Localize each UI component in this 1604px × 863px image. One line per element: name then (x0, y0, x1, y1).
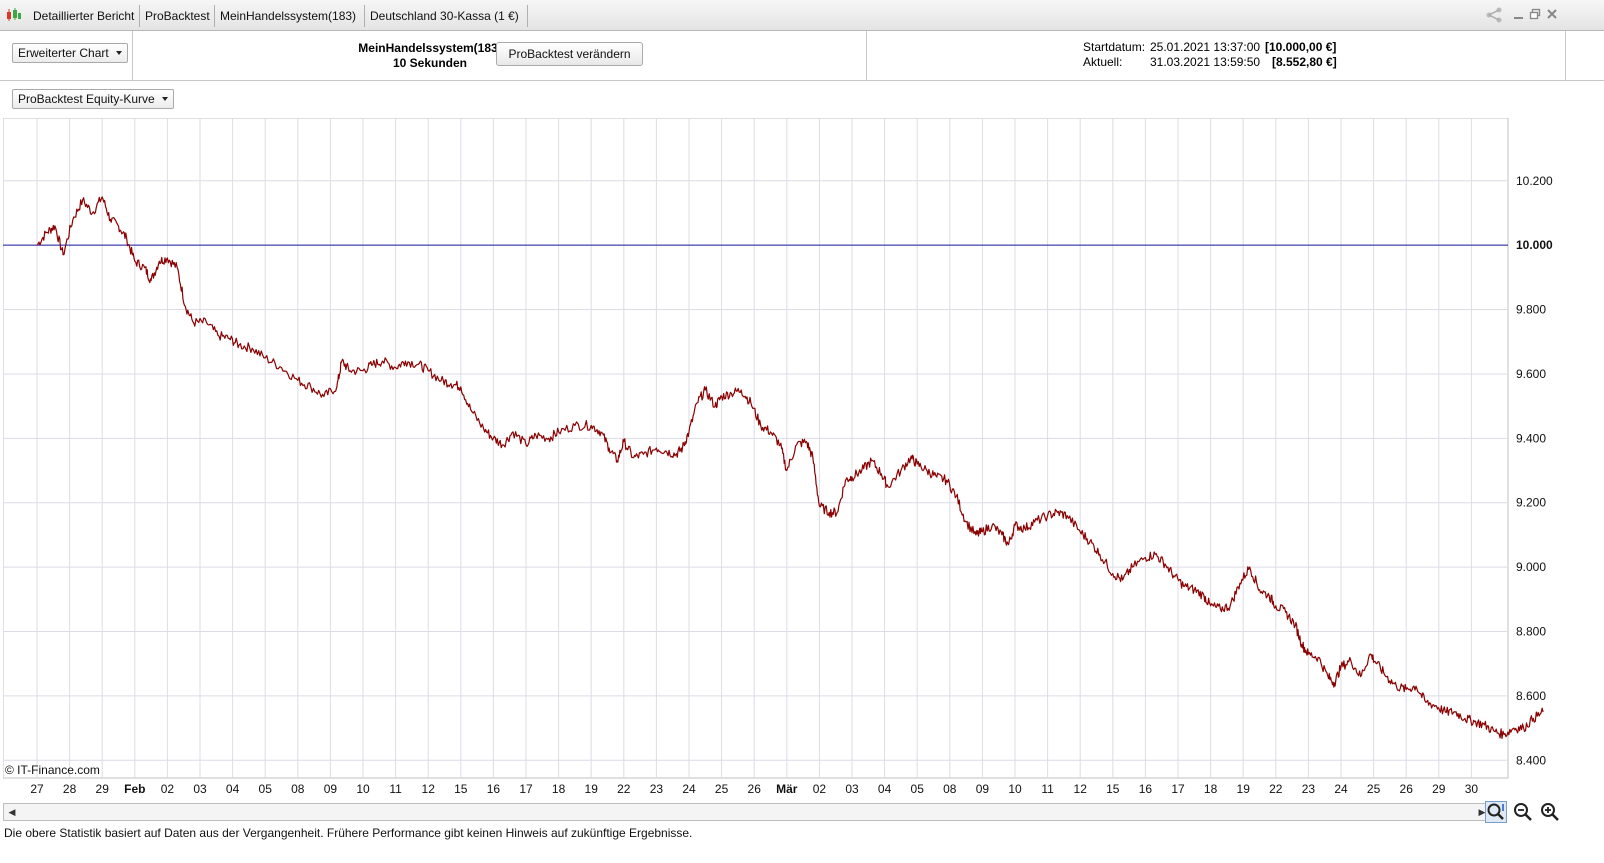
tab-instrument[interactable]: Deutschland 30-Kassa (1 €) (368, 0, 521, 30)
x-tick-label: 18 (552, 782, 566, 796)
zoom-auto-icon[interactable] (1485, 801, 1507, 823)
chart-mode-dropdown[interactable]: Erweiterter Chart (12, 43, 128, 63)
x-tick-label: 23 (1302, 782, 1316, 796)
y-tick-label: 8.800 (1516, 625, 1546, 639)
start-capital: [10.000,00 €] (1265, 40, 1337, 54)
x-tick-label: 08 (943, 782, 957, 796)
x-tick-label: 29 (1432, 782, 1446, 796)
header-divider (866, 31, 867, 80)
scroll-left-icon[interactable]: ◀ (5, 804, 19, 820)
title-bar: Detaillierter Bericht ProBacktest MeinHa… (0, 0, 1604, 31)
x-tick-label: 17 (519, 782, 533, 796)
header-divider (132, 31, 133, 80)
close-icon[interactable] (1546, 8, 1558, 20)
chevron-down-icon (161, 97, 168, 101)
x-tick-label: 03 (193, 782, 207, 796)
current-capital: [8.552,80 €] (1272, 55, 1337, 69)
equity-curve-dropdown[interactable]: ProBacktest Equity-Kurve (12, 89, 174, 109)
x-tick-label: 19 (585, 782, 599, 796)
x-tick-label: 02 (813, 782, 827, 796)
x-tick-label: Feb (124, 782, 145, 796)
start-date: 25.01.2021 13:37:00 (1150, 40, 1261, 54)
x-tick-label: 03 (845, 782, 859, 796)
x-tick-label: 19 (1237, 782, 1251, 796)
x-tick-label: 12 (1074, 782, 1088, 796)
x-tick-label: 17 (1171, 782, 1185, 796)
candlestick-app-icon (7, 8, 21, 21)
x-tick-label: 25 (715, 782, 729, 796)
x-tick-label: 22 (617, 782, 631, 796)
zoom-in-icon[interactable] (1539, 801, 1561, 823)
x-tick-label: 22 (1269, 782, 1283, 796)
zoom-out-icon[interactable] (1512, 801, 1534, 823)
x-tick-label: 09 (324, 782, 338, 796)
x-tick-label: Mär (776, 782, 798, 796)
x-tick-label: 11 (389, 782, 402, 796)
tab-divider (214, 5, 215, 27)
y-tick-label: 9.800 (1516, 303, 1546, 317)
x-tick-label: 09 (976, 782, 990, 796)
x-tick-label: 10 (1008, 782, 1022, 796)
tab-detailed-report[interactable]: Detaillierter Bericht (31, 0, 136, 30)
x-tick-label: 26 (748, 782, 762, 796)
current-date: 31.03.2021 13:59:50 (1150, 55, 1261, 69)
x-tick-label: 30 (1465, 782, 1479, 796)
x-tick-label: 05 (911, 782, 925, 796)
equity-curve-label: ProBacktest Equity-Kurve (18, 92, 155, 106)
header-divider (1565, 31, 1566, 80)
y-tick-label: 9.200 (1516, 496, 1546, 510)
minimize-icon[interactable] (1513, 9, 1524, 21)
chart-selector-row: ProBacktest Equity-Kurve (0, 82, 1604, 118)
equity-chart[interactable]: 27 28 29 Feb 02 03 04 05 08 09 10 11 12 15 16 17 18 19 22 2… (2, 117, 1601, 798)
x-tick-label: 02 (161, 782, 175, 796)
y-tick-label: 10.000 (1516, 238, 1553, 252)
x-tick-label: 11 (1041, 782, 1054, 796)
x-tick-label: 26 (1400, 782, 1414, 796)
tab-probacktest[interactable]: ProBacktest (143, 0, 212, 30)
x-tick-label: 15 (454, 782, 468, 796)
x-tick-label: 29 (96, 782, 110, 796)
report-header: Erweiterter Chart MeinHandelssystem(183)… (0, 31, 1604, 81)
start-label: Startdatum: (1083, 40, 1146, 54)
x-tick-label: 18 (1204, 782, 1218, 796)
disclaimer-text: Die obere Statistik basiert auf Daten au… (4, 826, 693, 840)
x-tick-label: 25 (1367, 782, 1381, 796)
x-tick-label: 04 (878, 782, 892, 796)
x-tick-label: 04 (226, 782, 240, 796)
x-tick-label: 24 (682, 782, 696, 796)
y-tick-label: 9.600 (1516, 367, 1546, 381)
y-tick-label: 9.000 (1516, 560, 1546, 574)
y-tick-label: 8.400 (1516, 753, 1546, 767)
share-icon[interactable] (1484, 6, 1504, 24)
x-tick-label: 27 (30, 782, 44, 796)
x-tick-label: 15 (1106, 782, 1120, 796)
x-tick-label: 08 (291, 782, 305, 796)
plot-area (2, 117, 1509, 779)
y-tick-label: 10.200 (1516, 174, 1553, 188)
chart-scrollbar[interactable]: ◀ ▶ (3, 803, 1491, 821)
x-tick-label: 23 (650, 782, 664, 796)
x-tick-label: 16 (487, 782, 501, 796)
restore-icon[interactable] (1529, 8, 1541, 20)
x-tick-label: 10 (356, 782, 370, 796)
current-label: Aktuell: (1083, 55, 1123, 69)
tab-divider (527, 5, 528, 27)
x-tick-label: 28 (63, 782, 77, 796)
chart-mode-label: Erweiterter Chart (18, 46, 109, 60)
modify-backtest-button[interactable]: ProBacktest verändern (496, 42, 643, 66)
tab-divider (139, 5, 140, 27)
x-tick-label: 16 (1139, 782, 1153, 796)
y-tick-label: 8.600 (1516, 689, 1546, 703)
x-tick-label: 24 (1334, 782, 1348, 796)
tab-divider (364, 5, 365, 27)
equity-chart-svg: 27 28 29 Feb 02 03 04 05 08 09 10 11 12 15 16 17 18 19 22 2… (2, 117, 1553, 796)
chevron-down-icon (115, 51, 122, 55)
tab-trading-system[interactable]: MeinHandelssystem(183) (218, 0, 358, 30)
x-tick-label: 12 (422, 782, 436, 796)
y-tick-label: 9.400 (1516, 431, 1546, 445)
copyright-text: © IT-Finance.com (5, 763, 100, 777)
x-tick-label: 05 (259, 782, 273, 796)
